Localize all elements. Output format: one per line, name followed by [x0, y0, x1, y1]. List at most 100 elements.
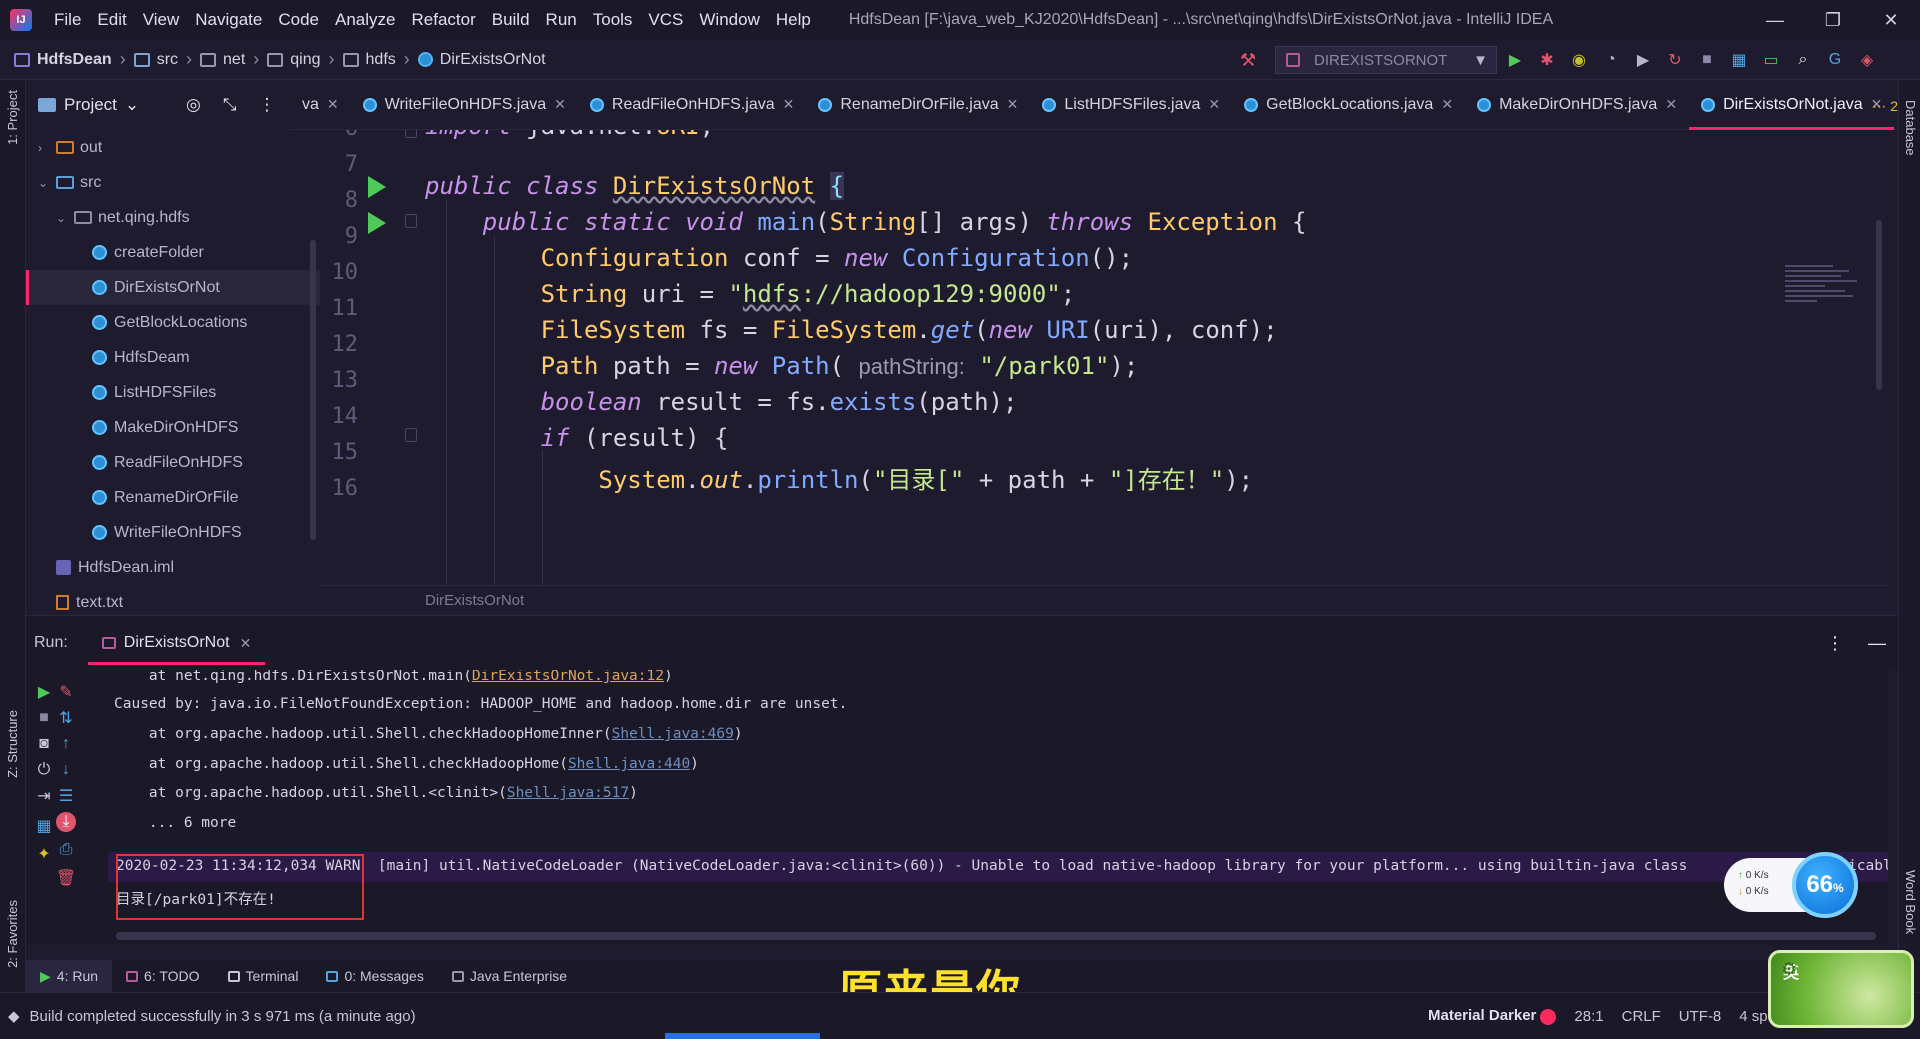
favorites-tool-window-button[interactable]: 2: Favorites [5, 900, 20, 968]
tree-item[interactable]: GetBlockLocations [26, 305, 320, 340]
editor-scrollbar[interactable] [1876, 220, 1882, 390]
stop-icon[interactable]: ■ [34, 708, 54, 728]
editor-tab[interactable]: GetBlockLocations.java ✕ [1232, 80, 1465, 130]
breadcrumb-class[interactable]: DirExistsOrNot [414, 51, 550, 69]
tree-item[interactable]: createFolder [26, 235, 320, 270]
project-structure-icon[interactable]: ▦ [1729, 50, 1749, 70]
run-tab-direxistsornot[interactable]: DirExistsOrNot ✕ [87, 616, 266, 671]
code-minimap[interactable] [1785, 265, 1865, 345]
close-icon[interactable]: ✕ [1007, 96, 1019, 113]
up-arrow-icon[interactable]: ↑ [56, 734, 76, 754]
menu-build[interactable]: Build [484, 10, 538, 30]
editor-tab[interactable]: DirExistsOrNot.java ✕ [1689, 80, 1895, 130]
chevron-icon[interactable]: ⌄ [38, 176, 52, 190]
editor-tab[interactable]: RenameDirOrFile.java ✕ [806, 80, 1030, 130]
rerun-icon[interactable]: ↻ [1665, 50, 1685, 70]
build-status-icon[interactable]: ◆ [8, 1007, 20, 1025]
editor-tab[interactable]: MakeDirOnHDFS.java ✕ [1465, 80, 1689, 130]
locate-file-icon[interactable]: ◎ [186, 95, 201, 115]
profile-icon[interactable]: ◔ [1601, 50, 1621, 70]
menu-view[interactable]: View [135, 10, 188, 30]
stacktrace-link[interactable]: DirExistsOrNot.java:12 [472, 670, 664, 684]
run-console[interactable]: at net.qing.hdfs.DirExistsOrNot.main(Dir… [108, 670, 1888, 945]
soft-wrap-icon[interactable]: ☰ [56, 786, 76, 806]
close-icon[interactable]: ✕ [1208, 96, 1220, 113]
menu-analyze[interactable]: Analyze [327, 10, 403, 30]
maximize-button[interactable]: ❐ [1804, 0, 1862, 40]
trash-icon[interactable]: 🗑 [56, 868, 76, 888]
editor-tab[interactable]: ReadFileOnHDFS.java ✕ [578, 80, 806, 130]
build-hammer-icon[interactable]: ⚒ [1240, 50, 1256, 71]
layout-icon[interactable]: ▦ [34, 816, 54, 836]
code-editor[interactable]: 678910111213141516 import java.net.URI; … [320, 130, 1890, 585]
stop-icon[interactable]: ■ [1697, 50, 1717, 70]
tree-item[interactable]: MakeDirOnHDFS [26, 410, 320, 445]
ime-widget[interactable]: 英 ⚙ [1768, 950, 1914, 1028]
run-options-icon[interactable]: ⋮ [1826, 633, 1844, 654]
camera-icon[interactable]: ◙ [34, 734, 54, 754]
tree-item[interactable]: ReadFileOnHDFS [26, 445, 320, 480]
scroll-to-end-icon[interactable]: ⤓ [56, 812, 76, 832]
coverage-icon[interactable]: ◉ [1569, 50, 1589, 70]
editor-breadcrumb[interactable]: DirExistsOrNot [320, 585, 1890, 615]
translate-icon[interactable]: G [1825, 50, 1845, 70]
editor-tab[interactable]: WriteFileOnHDFS.java ✕ [351, 80, 578, 130]
gear-icon[interactable]: ⚙ [1781, 959, 1797, 1021]
close-icon[interactable]: ✕ [240, 635, 252, 652]
print-icon[interactable]: ⎙ [56, 840, 76, 860]
chevron-icon[interactable]: ⌄ [56, 211, 70, 225]
search-icon[interactable]: ⌕ [1793, 50, 1813, 70]
breadcrumb-project[interactable]: HdfsDean [10, 51, 116, 69]
tab-terminal[interactable]: Terminal [214, 960, 313, 992]
speed-percent-badge[interactable]: 66% [1792, 852, 1858, 918]
database-tool-window-button[interactable]: Database [1903, 100, 1918, 156]
chevron-down-icon[interactable]: ⌄ [125, 95, 139, 115]
fold-marker[interactable] [405, 214, 417, 228]
menu-edit[interactable]: Edit [89, 10, 134, 30]
plug-icon[interactable]: ⏻ [34, 760, 54, 780]
menu-code[interactable]: Code [270, 10, 327, 30]
panel-options-icon[interactable]: ⋮ [258, 95, 275, 115]
breadcrumb-qing[interactable]: qing [263, 51, 324, 69]
chevron-icon[interactable]: › [38, 141, 52, 155]
menu-vcs[interactable]: VCS [640, 10, 691, 30]
breadcrumb-net[interactable]: net [196, 51, 249, 69]
caret-position[interactable]: 28:1 [1574, 1008, 1603, 1025]
tree-item[interactable]: › out [26, 130, 320, 165]
run-config-select[interactable]: DIREXISTSORNOT ▼ [1275, 46, 1497, 74]
close-icon[interactable]: ✕ [783, 96, 795, 113]
collapse-all-icon[interactable]: ⤡ [223, 95, 237, 115]
fold-marker[interactable] [405, 428, 417, 442]
project-view-selector[interactable]: Project [64, 95, 117, 115]
minimize-button[interactable]: — [1746, 0, 1804, 40]
stacktrace-link[interactable]: Shell.java:469 [612, 726, 734, 742]
plugin-icon[interactable]: ◈ [1857, 50, 1877, 70]
tab-run[interactable]: ▶ 4: Run [26, 960, 113, 992]
down-arrow-icon[interactable]: ↓ [56, 760, 76, 780]
menu-file[interactable]: File [46, 10, 89, 30]
tree-item[interactable]: WriteFileOnHDFS [26, 515, 320, 550]
run-next-icon[interactable]: ▶ [1633, 50, 1653, 70]
run-main-gutter-icon[interactable] [368, 212, 386, 234]
tab-java-enterprise[interactable]: Java Enterprise [438, 960, 581, 992]
tree-item[interactable]: ⌄ net.qing.hdfs [26, 200, 320, 235]
fold-marker[interactable] [405, 130, 417, 138]
hide-panel-icon[interactable]: — [1868, 633, 1886, 654]
more-tabs-button[interactable]: ⋯ 2 [1872, 98, 1898, 115]
project-tool-window-button[interactable]: 1: Project [5, 90, 20, 145]
edit-config-icon[interactable]: ✎ [56, 682, 76, 702]
theme-indicator[interactable]: Material Darker [1428, 1007, 1557, 1025]
breadcrumb-src[interactable]: src [130, 51, 182, 69]
build-status-message[interactable]: Build completed successfully in 3 s 971 … [30, 1008, 416, 1025]
sort-icon[interactable]: ⇅ [56, 708, 76, 728]
debug-icon[interactable]: ✱ [1537, 50, 1557, 70]
run-class-gutter-icon[interactable] [368, 176, 386, 198]
tree-item[interactable]: HdfsDeam [26, 340, 320, 375]
tree-item[interactable]: ⌄ src [26, 165, 320, 200]
close-icon[interactable]: ✕ [554, 96, 566, 113]
run-icon[interactable]: ▶ [1505, 50, 1525, 70]
project-scrollbar[interactable] [310, 240, 316, 540]
menu-refactor[interactable]: Refactor [403, 10, 483, 30]
close-icon[interactable]: ✕ [1441, 96, 1453, 113]
tree-item[interactable]: ListHDFSFiles [26, 375, 320, 410]
